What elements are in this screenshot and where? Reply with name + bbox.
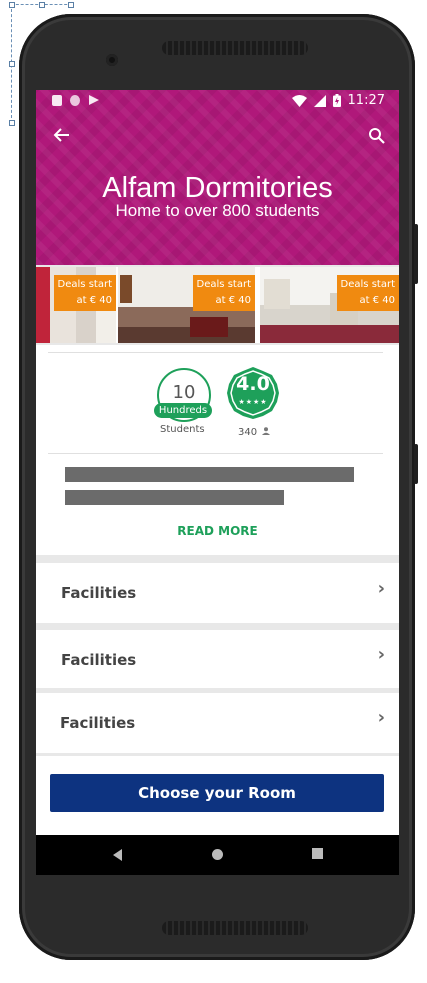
divider — [48, 352, 383, 353]
resize-handle[interactable] — [68, 2, 74, 8]
sofa-image — [190, 317, 228, 337]
facilities-label: Facilities — [61, 584, 137, 602]
resize-handle[interactable] — [9, 2, 15, 8]
facilities-label: Facilities — [60, 714, 136, 732]
app-icon — [89, 95, 99, 105]
students-number: 10 — [172, 382, 196, 403]
circle-icon — [70, 94, 80, 106]
shelf-image — [264, 279, 290, 309]
person-icon — [262, 427, 271, 435]
rating-value: 4.0 — [236, 373, 270, 395]
battery-icon — [332, 94, 341, 107]
system-nav-bar — [36, 835, 399, 875]
rating-count: 340 — [238, 427, 258, 438]
signal-icon — [313, 94, 326, 107]
description-placeholder-bar — [65, 467, 354, 482]
volume-button — [414, 224, 418, 284]
read-more-link[interactable]: READ MORE — [36, 524, 399, 538]
sd-card-icon — [52, 94, 62, 106]
room-photo[interactable]: Deals start at € 40 — [118, 267, 255, 343]
hero-banner: 11:27 Alfam Dormitories Home to over 800… — [36, 90, 399, 265]
chevron-right-icon: › — [377, 644, 385, 665]
recents-square-icon[interactable] — [312, 848, 323, 859]
power-button — [414, 444, 418, 484]
facilities-row[interactable]: Facilities › — [36, 693, 399, 753]
students-unit-badge: Hundreds — [154, 403, 212, 418]
rating-count-row: 340 — [238, 427, 271, 438]
status-time: 11:27 — [347, 93, 385, 108]
top-speaker — [162, 41, 308, 55]
home-circle-icon[interactable] — [211, 848, 224, 861]
poster-image — [120, 275, 132, 303]
photo-strip: Deals start at € 40 Deals start at € 40 … — [36, 267, 399, 343]
description-placeholder-bar — [65, 490, 284, 505]
facilities-row[interactable]: Facilities › — [36, 630, 399, 688]
students-caption: Students — [160, 424, 205, 435]
rating-stars: ★★★★ — [238, 398, 268, 406]
resize-handle[interactable] — [39, 2, 45, 8]
front-camera — [106, 54, 118, 66]
facilities-row[interactable]: Facilities › — [36, 563, 399, 623]
room-photo[interactable]: Deals start at € 40 — [260, 267, 399, 343]
arrow-back-icon[interactable] — [52, 127, 70, 143]
wifi-icon — [291, 94, 307, 107]
chevron-right-icon: › — [377, 578, 385, 599]
page-subtitle: Home to over 800 students — [115, 201, 320, 220]
resize-handle[interactable] — [9, 120, 15, 126]
status-bar: 11:27 — [36, 90, 399, 112]
facilities-label: Facilities — [61, 651, 137, 669]
divider — [48, 453, 383, 454]
bottom-speaker — [162, 921, 308, 935]
deal-badge: Deals start at € 40 — [192, 275, 255, 311]
cta-footer: Choose your Room — [36, 756, 399, 836]
deal-badge: Deals start at € 40 — [53, 275, 116, 311]
app-screen: 11:27 Alfam Dormitories Home to over 800… — [36, 90, 399, 875]
deal-badge: Deals start at € 40 — [336, 275, 399, 311]
resize-handle[interactable] — [9, 61, 15, 67]
room-photo[interactable]: Deals start at € 40 — [36, 267, 116, 343]
back-triangle-icon[interactable] — [111, 848, 123, 862]
search-icon[interactable] — [368, 127, 386, 145]
choose-room-button[interactable]: Choose your Room — [50, 774, 384, 812]
chevron-right-icon: › — [377, 707, 385, 728]
